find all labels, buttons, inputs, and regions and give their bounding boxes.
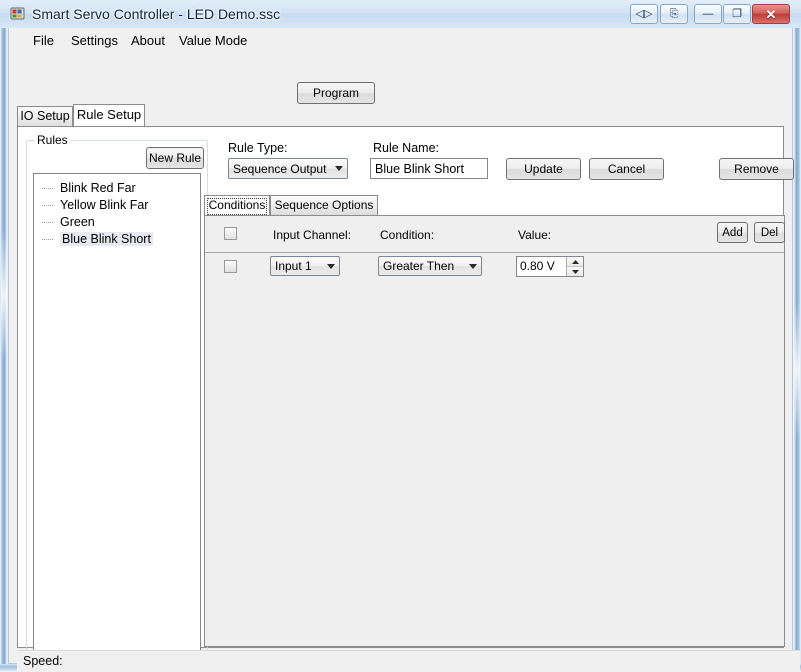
application-icon	[10, 6, 26, 22]
maximize-button[interactable]: ❐	[723, 4, 751, 24]
rule-list-item-blink-red-far[interactable]: Blink Red Far	[34, 180, 200, 197]
minimize-button[interactable]: —	[694, 4, 722, 24]
input-channel-value: Input 1	[275, 259, 312, 273]
update-button-label: Update	[524, 162, 563, 176]
program-button[interactable]: Program	[297, 82, 375, 104]
tree-connector-icon	[42, 214, 56, 231]
menu-bar: File Settings About Value Mode	[9, 28, 792, 54]
rules-group-box: Rules New Rule Blink Red Far Yellow Blin…	[26, 133, 208, 661]
maximize-icon: ❐	[732, 7, 742, 20]
menu-item-settings[interactable]: Settings	[61, 28, 128, 54]
tree-connector-icon	[42, 180, 56, 197]
rule-type-label: Rule Type:	[228, 141, 288, 155]
cancel-button[interactable]: Cancel	[589, 158, 664, 180]
close-button[interactable]: ✕	[752, 4, 790, 24]
window-title: Smart Servo Controller - LED Demo.ssc	[32, 6, 281, 22]
add-button-label: Add	[722, 226, 743, 239]
stepper-buttons	[566, 257, 583, 276]
rules-group-label: Rules	[34, 133, 71, 147]
tab-rule-setup-label: Rule Setup	[76, 107, 142, 122]
rule-list-item-yellow-blink-far[interactable]: Yellow Blink Far	[34, 197, 200, 214]
menu-item-file[interactable]: File	[23, 28, 64, 54]
tab-sequence-options[interactable]: Sequence Options	[270, 195, 378, 215]
menu-item-about[interactable]: About	[121, 28, 175, 54]
conditions-grid-body: Input 1 Greater Then 0.80 V	[205, 252, 784, 646]
tab-io-setup[interactable]: IO Setup	[17, 106, 73, 126]
minimize-icon: —	[702, 7, 714, 20]
close-icon: ✕	[765, 6, 777, 22]
chevron-down-icon	[322, 257, 339, 275]
application-window: Smart Servo Controller - LED Demo.ssc ◁▷…	[0, 0, 801, 672]
tree-connector-icon	[42, 231, 56, 248]
conditions-tab-strip: Conditions Sequence Options	[204, 195, 785, 215]
tab-sequence-options-label: Sequence Options	[274, 198, 374, 212]
tree-connector-icon	[42, 197, 56, 214]
rule-list-item-green[interactable]: Green	[34, 214, 200, 231]
condition-row-checkbox[interactable]	[224, 260, 237, 273]
rule-list-item-label: Yellow Blink Far	[60, 198, 149, 212]
menu-item-value-mode[interactable]: Value Mode	[169, 28, 257, 54]
chevron-down-icon	[330, 159, 347, 178]
tab-conditions[interactable]: Conditions	[204, 195, 270, 215]
main-tab-strip: IO Setup Rule Setup	[17, 104, 784, 126]
rule-name-input[interactable]	[370, 158, 488, 179]
condition-value: Greater Then	[383, 259, 455, 273]
focus-rectangle	[207, 198, 267, 215]
tab-io-setup-label: IO Setup	[20, 109, 70, 123]
rule-type-value: Sequence Output	[233, 161, 327, 176]
input-channel-dropdown[interactable]: Input 1	[270, 256, 340, 276]
new-rule-button[interactable]: New Rule	[146, 147, 204, 169]
column-header-input-channel: Input Channel:	[273, 228, 352, 242]
window-border-gloss-left	[1, 230, 7, 360]
column-header-condition: Condition:	[380, 228, 435, 242]
window-copy-icon: ⎘	[669, 7, 679, 20]
rule-setup-tab-page: Rules New Rule Blink Red Far Yellow Blin…	[17, 126, 794, 661]
chevron-down-icon	[464, 257, 481, 275]
title-bar: Smart Servo Controller - LED Demo.ssc ◁▷…	[0, 0, 801, 28]
restore-window-button[interactable]: ⎘	[660, 4, 688, 24]
cancel-button-label: Cancel	[607, 162, 646, 176]
window-border-gloss-right	[794, 300, 800, 440]
column-header-value: Value:	[518, 228, 552, 242]
client-area: File Settings About Value Mode Program I…	[8, 28, 800, 672]
rule-type-dropdown[interactable]: Sequence Output	[228, 158, 348, 179]
del-button-label: Del	[760, 226, 779, 239]
new-rule-button-label: New Rule	[148, 151, 202, 165]
rules-tree-view[interactable]: Blink Red Far Yellow Blink Far Green Blu…	[33, 173, 201, 653]
remove-button-label: Remove	[734, 162, 779, 176]
rule-list-item-label: Green	[60, 215, 95, 229]
left-right-arrows-icon: ◁▷	[635, 7, 653, 20]
condition-row[interactable]: Input 1 Greater Then 0.80 V	[205, 253, 784, 280]
delete-condition-button[interactable]: Del	[754, 222, 785, 243]
rule-list-item-label: Blink Red Far	[60, 181, 136, 195]
update-button[interactable]: Update	[506, 158, 581, 180]
navigate-toggle-button[interactable]: ◁▷	[630, 4, 658, 24]
add-condition-button[interactable]: Add	[717, 222, 748, 243]
condition-dropdown[interactable]: Greater Then	[378, 256, 482, 276]
remove-button[interactable]: Remove	[719, 158, 794, 180]
tab-rule-setup[interactable]: Rule Setup	[73, 104, 145, 126]
stepper-up-button[interactable]	[567, 257, 583, 267]
status-bar: Speed:	[17, 650, 800, 672]
rule-list-item-blue-blink-short[interactable]: Blue Blink Short	[34, 231, 200, 248]
conditions-grid-header: Input Channel: Condition: Value: Add Del	[205, 216, 785, 252]
rule-list-item-label: Blue Blink Short	[60, 232, 153, 246]
program-button-label: Program	[312, 86, 359, 100]
value-text: 0.80 V	[520, 259, 555, 273]
select-all-checkbox[interactable]	[224, 227, 237, 240]
conditions-panel: Input Channel: Condition: Value: Add Del	[204, 215, 785, 647]
rule-name-label: Rule Name:	[373, 141, 439, 155]
value-numeric-stepper[interactable]: 0.80 V	[516, 256, 584, 277]
speed-status-label: Speed:	[23, 654, 63, 668]
stepper-down-button[interactable]	[567, 267, 583, 276]
